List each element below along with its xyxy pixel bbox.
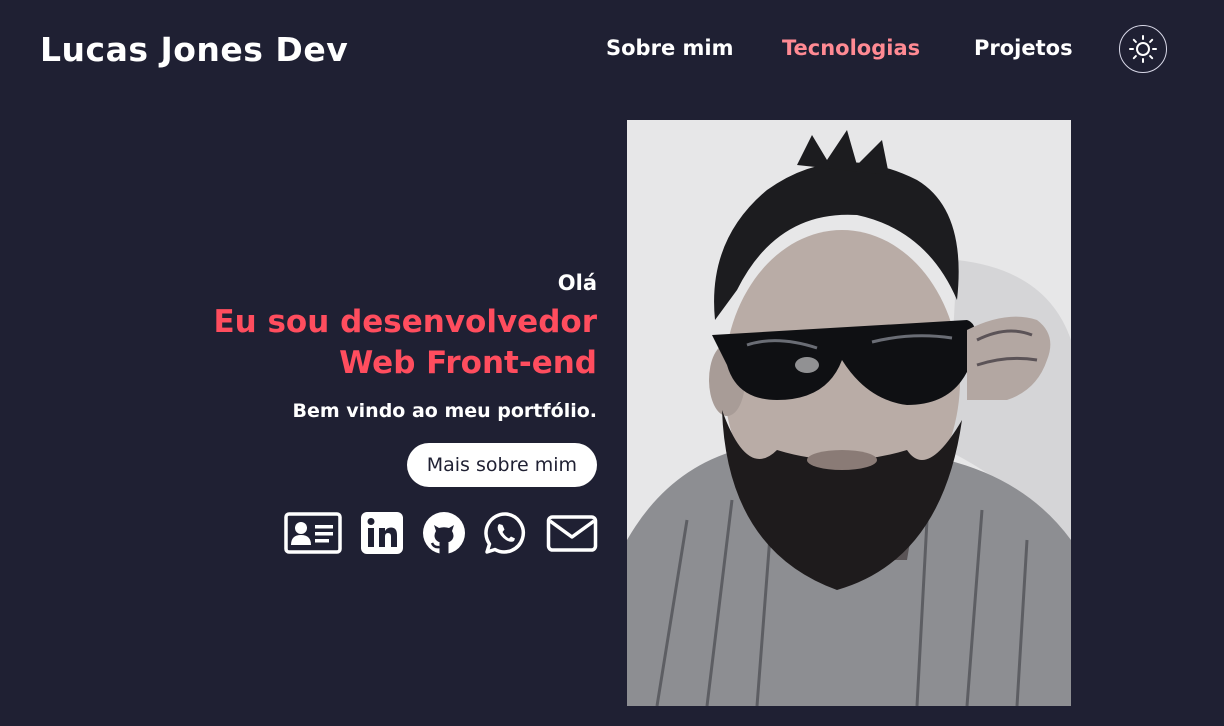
theme-toggle-button[interactable] — [1119, 25, 1167, 73]
hero-headline-line1: Eu sou desenvolvedor — [213, 304, 597, 340]
hero-greeting: Olá — [557, 271, 597, 295]
nav-link-projetos[interactable]: Projetos — [974, 36, 1073, 60]
id-card-icon[interactable] — [284, 511, 342, 559]
whatsapp-icon[interactable] — [484, 511, 528, 559]
sun-icon — [1129, 35, 1157, 63]
more-about-me-button[interactable]: Mais sobre mim — [406, 443, 597, 487]
github-icon[interactable] — [422, 511, 466, 559]
mail-icon[interactable] — [546, 511, 598, 559]
hero-headline: Eu sou desenvolvedor Web Front-end — [127, 302, 597, 384]
linkedin-icon[interactable] — [360, 511, 404, 559]
hero-welcome-text: Bem vindo ao meu portfólio. — [292, 400, 597, 422]
nav-link-tecnologias[interactable]: Tecnologias — [782, 36, 920, 60]
hero-headline-line2: Web Front-end — [339, 345, 597, 381]
hero-intro: Olá Eu sou desenvolvedor Web Front-end B… — [127, 268, 597, 487]
nav-link-sobre-mim[interactable]: Sobre mim — [606, 36, 733, 60]
brand-logo-text[interactable]: Lucas Jones Dev — [40, 30, 348, 69]
profile-photo — [627, 120, 1071, 706]
social-links — [284, 511, 598, 559]
